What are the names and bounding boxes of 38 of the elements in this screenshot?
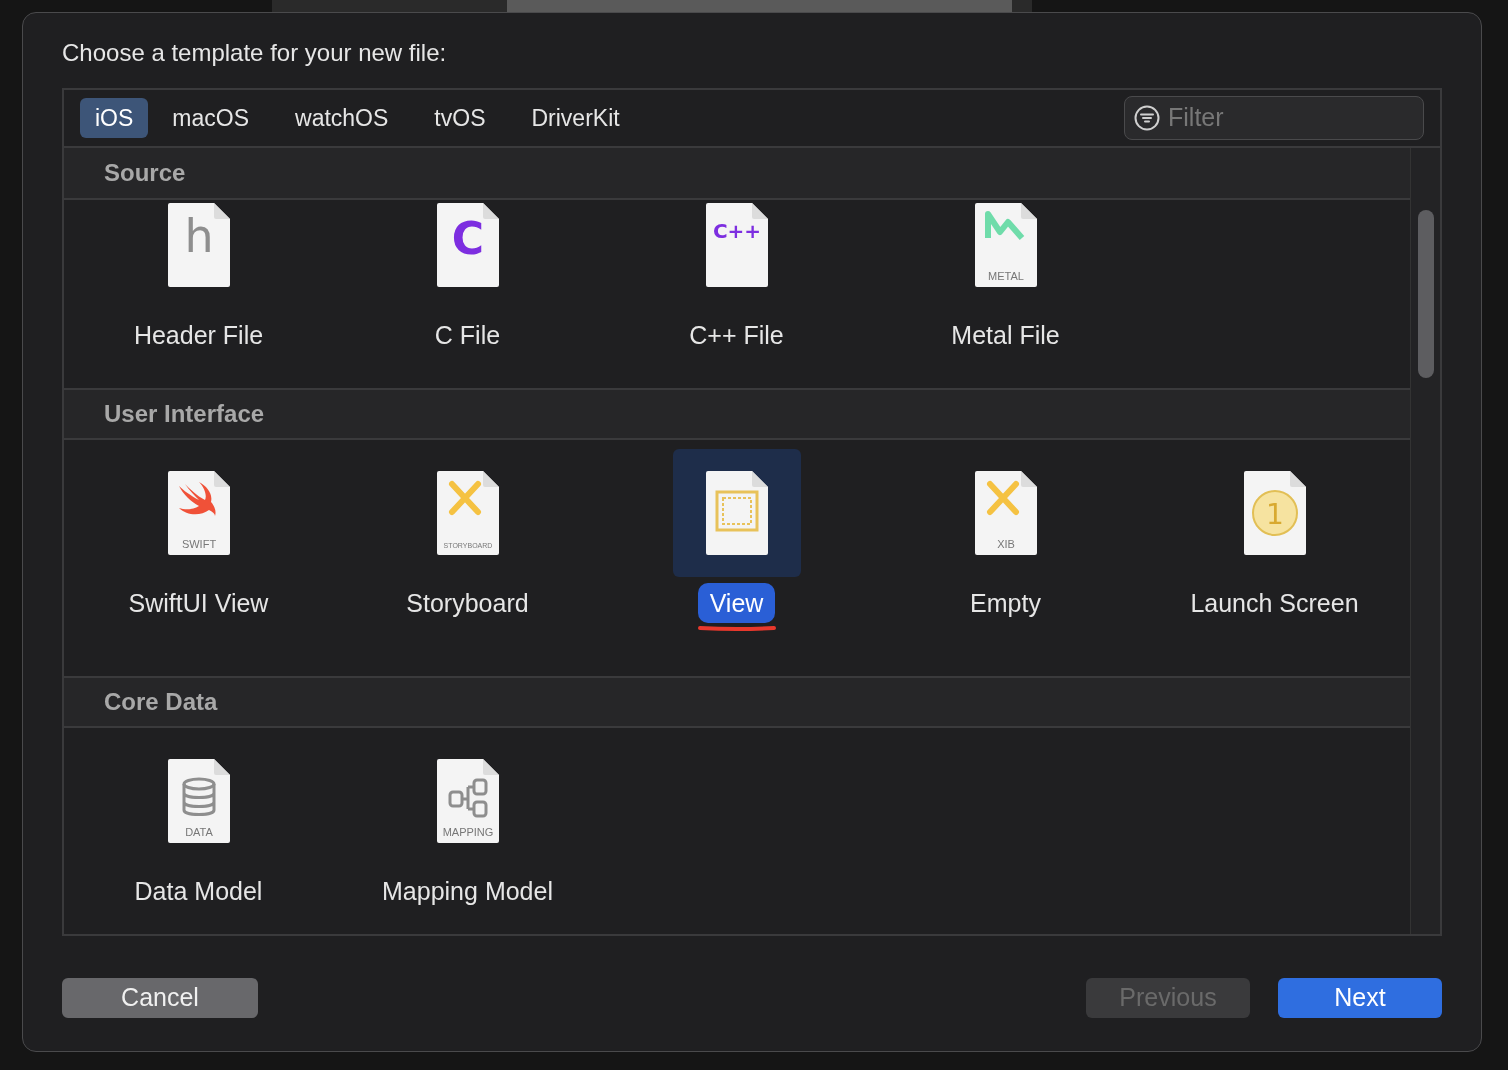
dialog-button[interactable]: Next — [1278, 978, 1442, 1018]
template-label[interactable]: View — [697, 583, 776, 623]
section-header: User Interface — [104, 399, 265, 429]
template-label[interactable]: Mapping Model — [370, 871, 565, 911]
scrollbar[interactable] — [1410, 148, 1440, 934]
platform-tab[interactable]: iOS — [80, 98, 149, 138]
dialog-button[interactable]: Cancel — [62, 978, 258, 1018]
filter-input[interactable]: Filter — [1168, 99, 1408, 137]
view-frame-file-icon — [704, 470, 769, 556]
mapping-diagram-file-icon: MAPPING — [435, 758, 500, 844]
platform-tab[interactable]: tvOS — [412, 98, 508, 138]
number-badge-file-icon: 1 — [1242, 470, 1307, 556]
template-label[interactable]: Launch Screen — [1178, 583, 1371, 623]
template-label[interactable]: Metal File — [939, 315, 1072, 355]
template-label[interactable]: Empty — [958, 583, 1053, 623]
dialog-title: Choose a template for your new file: — [62, 38, 447, 68]
template-label[interactable]: Storyboard — [394, 583, 541, 623]
swift-bird-file-icon: SWIFT — [166, 470, 231, 556]
platform-tab[interactable]: macOS — [150, 98, 272, 138]
section-header: Core Data — [104, 687, 218, 717]
c-plus-plus-file-icon: C++ — [704, 202, 769, 288]
selected-tile[interactable] — [672, 449, 801, 577]
scrollbar-thumb[interactable] — [1418, 210, 1434, 378]
platform-tab[interactable]: DriverKit — [509, 98, 642, 138]
database-file-icon: DATA — [166, 758, 231, 844]
template-label[interactable]: Header File — [121, 315, 276, 355]
pencil-brush-file-icon: XIB — [973, 470, 1038, 556]
template-label[interactable]: C++ File — [677, 315, 796, 355]
template-label[interactable]: Data Model — [122, 871, 275, 911]
template-label[interactable]: C File — [422, 315, 513, 355]
filter-icon — [1134, 105, 1160, 131]
c-letter-file-icon: C — [435, 202, 500, 288]
template-label[interactable]: SwiftUI View — [116, 583, 281, 623]
h-letter-file-icon: h — [166, 202, 231, 288]
filter-field[interactable]: Filter — [1124, 96, 1424, 140]
platform-tab[interactable]: watchOS — [273, 98, 411, 138]
section-header: Source — [104, 158, 186, 188]
metal-file-icon: METAL — [973, 202, 1038, 288]
